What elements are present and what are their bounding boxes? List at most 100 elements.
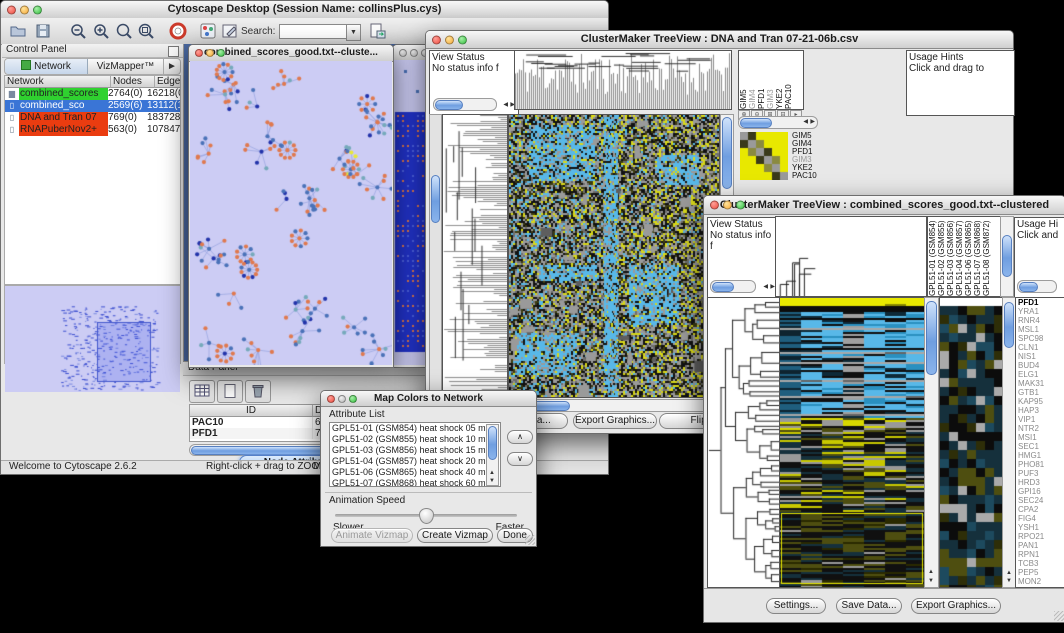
animate-vizmap-button[interactable]: Animate Vizmap bbox=[331, 528, 413, 543]
close-icon[interactable] bbox=[7, 5, 16, 14]
minimize-icon[interactable] bbox=[723, 201, 732, 210]
import-network-icon[interactable] bbox=[368, 22, 386, 40]
gene-item[interactable]: GPI16 bbox=[1018, 487, 1064, 496]
move-up-button[interactable]: ∧ bbox=[507, 430, 533, 444]
attribute-select-icon[interactable] bbox=[189, 380, 215, 403]
usage-hints-hscrollbar[interactable] bbox=[1017, 280, 1057, 293]
delete-attribute-icon[interactable] bbox=[245, 380, 271, 403]
zoom-fit-icon[interactable] bbox=[115, 22, 133, 40]
zoom-window-icon[interactable] bbox=[217, 49, 225, 57]
gene-item[interactable]: RNR4 bbox=[1018, 316, 1064, 325]
gene-item[interactable]: GTB1 bbox=[1018, 388, 1064, 397]
treeview-dna-titlebar[interactable]: ClusterMaker TreeView : DNA and Tran 07-… bbox=[426, 31, 1013, 49]
scroll-down-icon[interactable]: ▼ bbox=[1006, 578, 1012, 584]
open-file-icon[interactable] bbox=[9, 22, 27, 40]
scroll-up-icon[interactable]: ▲ bbox=[489, 470, 495, 476]
save-icon[interactable] bbox=[34, 22, 52, 40]
close-icon[interactable] bbox=[710, 201, 719, 210]
zoom-window-icon[interactable] bbox=[33, 5, 42, 14]
view-status-hscrollbar[interactable] bbox=[710, 280, 756, 293]
network-row[interactable]: ▯combined_sco2569(6)13112(15) bbox=[5, 100, 180, 112]
gene-item[interactable]: MSI1 bbox=[1018, 433, 1064, 442]
col-network[interactable]: Network bbox=[5, 76, 111, 88]
scroll-up-icon[interactable]: ▲ bbox=[928, 569, 934, 575]
attribute-item[interactable]: GPL51-02 (GSM855) heat shock 10 min bbox=[332, 434, 500, 445]
col-edges[interactable]: Edges bbox=[155, 76, 180, 88]
gene-item[interactable]: MAK31 bbox=[1018, 379, 1064, 388]
gene-item[interactable]: VIP1 bbox=[1018, 415, 1064, 424]
treeview-combined-titlebar[interactable]: ClusterMaker TreeView : combined_scores_… bbox=[704, 196, 1064, 215]
help-lifesaver-icon[interactable] bbox=[169, 22, 187, 40]
attribute-item[interactable]: GPL51-07 (GSM868) heat shock 60 min bbox=[332, 478, 500, 487]
attribute-item[interactable]: GPL51-04 (GSM857) heat shock 20 min bbox=[332, 456, 500, 467]
gene-item[interactable]: RPO21 bbox=[1018, 532, 1064, 541]
zoom-selected-icon[interactable] bbox=[137, 22, 155, 40]
row-dendrogram-canvas[interactable] bbox=[707, 297, 779, 588]
save-data-button[interactable]: Save Data... bbox=[836, 598, 902, 614]
attribute-list-vscrollbar[interactable]: ▲ ▼ bbox=[486, 424, 499, 486]
col-nodes[interactable]: Nodes bbox=[111, 76, 155, 88]
gene-item[interactable]: PAN1 bbox=[1018, 541, 1064, 550]
gene-item[interactable]: PEP5 bbox=[1018, 568, 1064, 577]
zoom-window-icon[interactable] bbox=[736, 201, 745, 210]
column-dendrogram-canvas[interactable] bbox=[775, 216, 927, 297]
column-labels-vscrollbar[interactable] bbox=[1000, 216, 1014, 297]
minimize-icon[interactable] bbox=[410, 49, 418, 57]
minimize-icon[interactable] bbox=[206, 49, 214, 57]
gene-item[interactable]: NTR2 bbox=[1018, 424, 1064, 433]
map-colors-titlebar[interactable]: Map Colors to Network bbox=[321, 391, 536, 407]
gene-item[interactable]: PHO81 bbox=[1018, 460, 1064, 469]
heatmap-hscrollbar[interactable]: ◀ ▶ bbox=[508, 399, 722, 412]
speed-slider-thumb[interactable] bbox=[419, 508, 434, 524]
close-icon[interactable] bbox=[432, 35, 441, 44]
close-icon[interactable] bbox=[195, 49, 203, 57]
global-overview-strip[interactable] bbox=[429, 114, 442, 398]
network-row[interactable]: ▆combined_scores2764(0)16218(0) bbox=[5, 88, 180, 100]
main-titlebar[interactable]: Cytoscape Desktop (Session Name: collins… bbox=[1, 1, 608, 19]
tab-vizmapper[interactable]: VizMapper™ bbox=[88, 59, 163, 74]
gene-item[interactable]: NIS1 bbox=[1018, 352, 1064, 361]
zoom-vscrollbar[interactable]: ▲ ▼ bbox=[1002, 297, 1016, 588]
heatmap-canvas[interactable] bbox=[508, 114, 720, 398]
scroll-up-icon[interactable]: ▲ bbox=[1006, 570, 1012, 576]
zoom-out-icon[interactable] bbox=[69, 22, 87, 40]
network-row[interactable]: ▯RNAPuberNov2+563(0)107847(0) bbox=[5, 124, 180, 136]
scroll-left-icon[interactable]: ◀ bbox=[803, 119, 808, 125]
vizmapper-icon[interactable] bbox=[199, 22, 217, 40]
new-attribute-icon[interactable] bbox=[217, 380, 243, 403]
birdseye-panel[interactable] bbox=[4, 285, 181, 364]
move-down-button[interactable]: ∨ bbox=[507, 452, 533, 466]
resize-grip[interactable] bbox=[525, 535, 535, 545]
attribute-item[interactable]: GPL51-01 (GSM854) heat shock 05 min bbox=[332, 423, 500, 434]
export-graphics-button[interactable]: Export Graphics... bbox=[573, 413, 657, 429]
gene-item[interactable]: CPA2 bbox=[1018, 505, 1064, 514]
gene-item[interactable]: RPN1 bbox=[1018, 550, 1064, 559]
scroll-left-icon[interactable]: ◀ bbox=[503, 102, 508, 108]
row-dendrogram-canvas[interactable] bbox=[442, 114, 508, 398]
float-panel-icon[interactable] bbox=[168, 46, 179, 57]
settings-button[interactable]: Settings... bbox=[766, 598, 826, 614]
attribute-item[interactable]: GPL51-06 (GSM865) heat shock 40 min bbox=[332, 467, 500, 478]
export-graphics-button[interactable]: Export Graphics... bbox=[911, 598, 1001, 614]
minimize-icon[interactable] bbox=[338, 395, 346, 403]
gene-item[interactable]: CLN1 bbox=[1018, 343, 1064, 352]
gene-item[interactable]: TCB3 bbox=[1018, 559, 1064, 568]
resize-grip[interactable] bbox=[1054, 611, 1064, 621]
search-dropdown-icon[interactable]: ▼ bbox=[346, 24, 361, 41]
gene-item[interactable]: SPC98 bbox=[1018, 334, 1064, 343]
background-network-canvas[interactable] bbox=[394, 60, 429, 365]
attr-col-id[interactable]: ID bbox=[190, 405, 313, 417]
heatmap-vscrollbar[interactable]: ▲ ▼ bbox=[924, 297, 939, 588]
gene-item[interactable]: HAP3 bbox=[1018, 406, 1064, 415]
gene-item[interactable]: KAP95 bbox=[1018, 397, 1064, 406]
minimize-icon[interactable] bbox=[20, 5, 29, 14]
gene-item[interactable]: MON2 bbox=[1018, 577, 1064, 586]
attribute-listbox[interactable]: GPL51-01 (GSM854) heat shock 05 minGPL51… bbox=[329, 422, 501, 487]
scroll-down-icon[interactable]: ▼ bbox=[928, 578, 934, 584]
scroll-down-icon[interactable]: ▼ bbox=[489, 478, 495, 484]
close-icon[interactable] bbox=[327, 395, 335, 403]
tab-overflow-icon[interactable]: ► bbox=[163, 59, 180, 74]
gene-item[interactable]: SEC1 bbox=[1018, 442, 1064, 451]
zoom-heatmap-canvas[interactable] bbox=[939, 297, 1003, 588]
gene-item[interactable]: HRD3 bbox=[1018, 478, 1064, 487]
